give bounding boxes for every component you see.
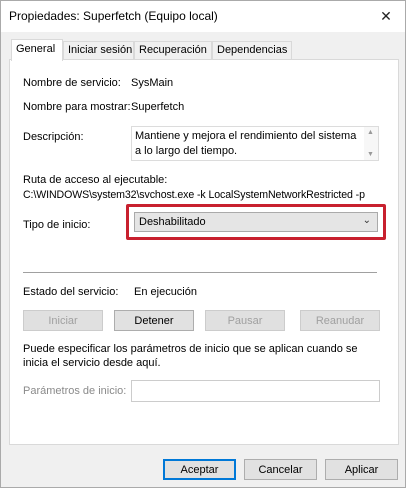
- startup-type-highlight: Deshabilitado ⌄: [126, 204, 386, 240]
- params-input[interactable]: [131, 380, 380, 402]
- chevron-down-icon: ⌄: [362, 215, 371, 226]
- pause-button-label: Pausar: [227, 314, 263, 327]
- display-name-label: Nombre para mostrar:: [23, 101, 131, 113]
- tab-general-label: General: [16, 43, 56, 55]
- tab-dependencies-label: Dependencias: [217, 44, 288, 56]
- close-icon: ✕: [380, 7, 392, 24]
- tab-logon[interactable]: Iniciar sesión: [63, 41, 134, 60]
- service-name-label: Nombre de servicio:: [23, 77, 121, 89]
- stop-button-label: Detener: [134, 314, 174, 327]
- startup-type-value: Deshabilitado: [139, 216, 206, 228]
- tab-bar: General Iniciar sesión Recuperación Depe…: [9, 39, 399, 61]
- exe-path-label: Ruta de acceso al ejecutable:: [23, 174, 168, 186]
- tab-recovery[interactable]: Recuperación: [134, 41, 212, 60]
- service-name-value: SysMain: [131, 77, 174, 89]
- description-scrollbar[interactable]: ▲ ▼: [364, 127, 378, 160]
- start-button[interactable]: Iniciar: [23, 310, 103, 331]
- tab-recovery-label: Recuperación: [139, 44, 207, 56]
- apply-button[interactable]: Aplicar: [325, 459, 398, 480]
- pause-button[interactable]: Pausar: [205, 310, 285, 331]
- cancel-button-label: Cancelar: [258, 463, 303, 476]
- start-button-label: Iniciar: [48, 314, 78, 327]
- general-panel: Nombre de servicio: SysMain Nombre para …: [9, 59, 399, 445]
- service-properties-dialog: Propiedades: Superfetch (Equipo local) ✕…: [0, 0, 406, 488]
- service-status-value: En ejecución: [134, 286, 197, 298]
- description-text: Mantiene y mejora el rendimiento del sis…: [135, 130, 357, 157]
- scroll-down-icon[interactable]: ▼: [367, 151, 374, 158]
- exe-path-value: C:\WINDOWS\system32\svchost.exe -k Local…: [23, 189, 365, 201]
- resume-button-label: Reanudar: [315, 314, 365, 327]
- display-name-value: Superfetch: [131, 101, 185, 113]
- description-field[interactable]: Mantiene y mejora el rendimiento del sis…: [131, 126, 379, 161]
- apply-button-label: Aplicar: [344, 463, 379, 476]
- description-label: Descripción:: [23, 131, 84, 143]
- resume-button[interactable]: Reanudar: [300, 310, 380, 331]
- separator: [23, 272, 377, 273]
- startup-type-select[interactable]: Deshabilitado ⌄: [134, 212, 378, 232]
- tab-general[interactable]: General: [11, 39, 63, 61]
- close-button[interactable]: ✕: [371, 4, 401, 28]
- params-hint: Puede especificar los parámetros de inic…: [23, 343, 358, 369]
- startup-type-label: Tipo de inicio:: [23, 219, 91, 231]
- window-title: Propiedades: Superfetch (Equipo local): [9, 9, 218, 23]
- tab-dependencies[interactable]: Dependencias: [212, 41, 292, 60]
- tab-logon-label: Iniciar sesión: [68, 44, 133, 56]
- cancel-button[interactable]: Cancelar: [244, 459, 317, 480]
- service-status-label: Estado del servicio:: [23, 286, 119, 298]
- scroll-up-icon[interactable]: ▲: [367, 129, 374, 136]
- title-bar: Propiedades: Superfetch (Equipo local) ✕: [1, 1, 405, 32]
- accept-button[interactable]: Aceptar: [163, 459, 236, 480]
- params-label: Parámetros de inicio:: [23, 385, 127, 397]
- stop-button[interactable]: Detener: [114, 310, 194, 331]
- accept-button-label: Aceptar: [180, 463, 219, 476]
